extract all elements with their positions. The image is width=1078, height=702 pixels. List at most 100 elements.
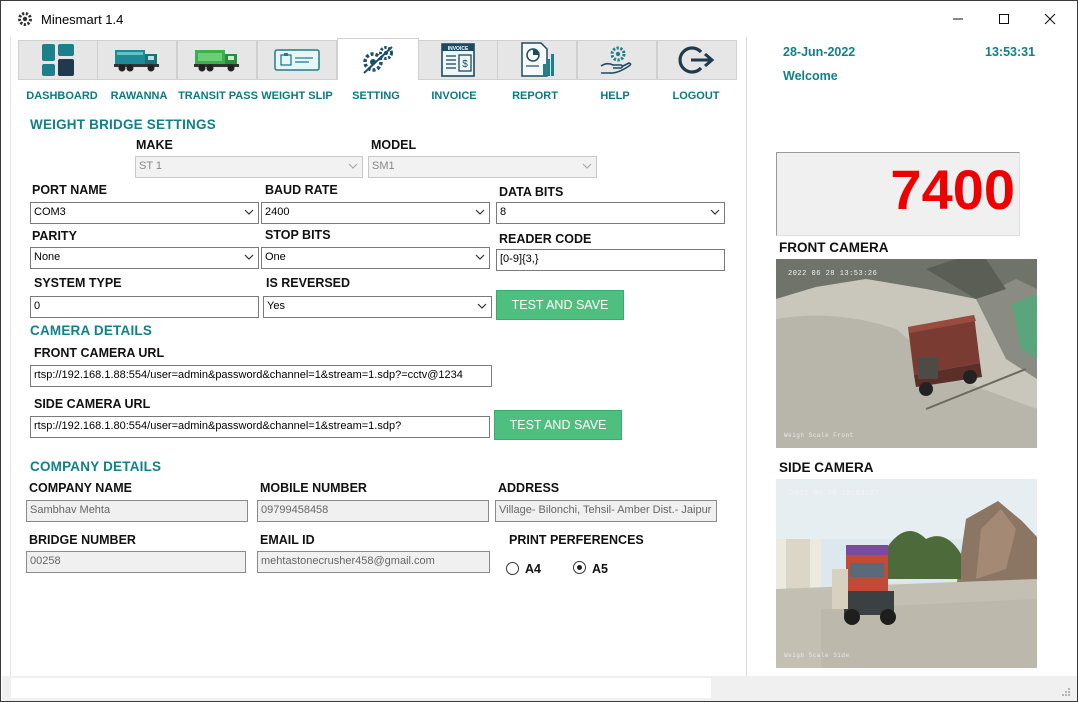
- app-gear-icon: [18, 12, 32, 26]
- tab-weight-slip[interactable]: [257, 40, 337, 80]
- port-name-select[interactable]: COM3: [30, 202, 259, 224]
- baud-rate-select[interactable]: 2400: [261, 202, 490, 224]
- minimize-button[interactable]: [935, 7, 981, 31]
- system-type-input[interactable]: 0: [30, 296, 259, 318]
- email-id-input[interactable]: mehtastonecrusher458@gmail.com: [257, 551, 490, 573]
- tab-label-rawanna[interactable]: RAWANNA: [94, 90, 184, 102]
- is-reversed-value: Yes: [267, 300, 285, 312]
- gears-icon: [363, 45, 393, 74]
- model-select[interactable]: SM1: [368, 156, 597, 178]
- logout-icon: [678, 46, 715, 74]
- stop-bits-value: One: [265, 251, 286, 263]
- tab-label-weight-slip[interactable]: WEIGHT SLIP: [252, 90, 342, 102]
- tab-invoice[interactable]: INVOICE $: [418, 40, 498, 80]
- chevron-down-icon: [348, 163, 358, 169]
- tab-label-setting[interactable]: SETTING: [331, 90, 421, 102]
- mobile-number-input[interactable]: 09799458458: [257, 500, 489, 522]
- make-select[interactable]: ST 1: [135, 156, 363, 178]
- make-value: ST 1: [139, 160, 163, 172]
- help-hand-gear-icon: [600, 46, 632, 74]
- port-name-label: PORT NAME: [32, 183, 107, 197]
- invoice-icon: INVOICE $: [441, 43, 475, 77]
- mobile-number-label: MOBILE NUMBER: [260, 481, 367, 495]
- window-title: Minesmart 1.4: [41, 12, 124, 27]
- maximize-icon: [999, 14, 1009, 24]
- dump-truck-icon: [114, 50, 159, 72]
- weight-bridge-test-save-button[interactable]: TEST AND SAVE: [496, 290, 624, 320]
- weight-bridge-section-title: WEIGHT BRIDGE SETTINGS: [30, 117, 216, 132]
- company-name-input[interactable]: Sambhav Mehta: [26, 500, 248, 522]
- print-preferences-label: PRINT PERFERENCES: [509, 533, 644, 547]
- tab-label-logout[interactable]: LOGOUT: [651, 90, 741, 102]
- close-button[interactable]: [1027, 7, 1073, 31]
- parity-select[interactable]: None: [30, 247, 259, 269]
- tab-label-help[interactable]: HELP: [570, 90, 660, 102]
- tab-report[interactable]: [497, 40, 577, 80]
- address-label: ADDRESS: [498, 481, 560, 495]
- tab-setting[interactable]: [337, 38, 419, 80]
- front-camera-caption: Weigh Scale Front: [784, 432, 854, 439]
- front-camera-url-input[interactable]: rtsp://192.168.1.88:554/user=admin&passw…: [30, 365, 492, 387]
- weight-slip-icon: [274, 49, 320, 71]
- side-camera-view: 2022 06 28 13:53:27 Weigh Scale Side: [776, 479, 1037, 668]
- side-camera-label: SIDE CAMERA: [779, 460, 874, 475]
- parity-label: PARITY: [32, 229, 77, 243]
- dashboard-grid-icon: [42, 44, 74, 76]
- transit-truck-icon: [194, 50, 239, 72]
- tab-transit-pass[interactable]: [177, 40, 257, 80]
- svg-text:INVOICE: INVOICE: [448, 46, 469, 52]
- tab-logout[interactable]: [657, 40, 737, 80]
- is-reversed-select[interactable]: Yes: [263, 296, 492, 318]
- side-camera-url-input[interactable]: rtsp://192.168.1.80:554/user=admin&passw…: [30, 416, 490, 438]
- is-reversed-label: IS REVERSED: [266, 276, 351, 290]
- tab-rawanna[interactable]: [97, 40, 177, 80]
- current-time: 13:53:31: [985, 45, 1036, 59]
- tab-dashboard[interactable]: [18, 40, 98, 80]
- chevron-down-icon: [710, 209, 720, 215]
- camera-test-save-button[interactable]: TEST AND SAVE: [494, 410, 622, 440]
- title-bar: Minesmart 1.4: [1, 1, 1077, 35]
- reader-code-label: READER CODE: [499, 232, 592, 246]
- tab-help[interactable]: [577, 40, 657, 80]
- chevron-down-icon: [475, 209, 485, 215]
- tab-label-invoice[interactable]: INVOICE: [409, 90, 499, 102]
- port-name-value: COM3: [34, 206, 66, 218]
- front-camera-timestamp: 2022 06 28 13:53:26: [788, 270, 877, 278]
- data-bits-label: DATA BITS: [499, 185, 564, 199]
- minimize-icon: [953, 18, 963, 20]
- front-camera-view: 2022 06 28 13:53:26 Weigh Scale Front: [776, 259, 1037, 448]
- radio-a5-label[interactable]: A5: [592, 562, 608, 576]
- weight-value: 7400: [890, 158, 1015, 221]
- tab-label-report[interactable]: REPORT: [490, 90, 580, 102]
- camera-section-title: CAMERA DETAILS: [30, 323, 153, 338]
- side-camera-caption: Weigh Scale Side: [784, 652, 850, 659]
- chevron-down-icon: [244, 209, 254, 215]
- company-name-label: COMPANY NAME: [29, 481, 133, 495]
- bridge-number-label: BRIDGE NUMBER: [29, 533, 136, 547]
- radio-a4-label[interactable]: A4: [525, 562, 541, 576]
- make-label: MAKE: [136, 138, 173, 152]
- reader-code-input[interactable]: [0-9]{3,}: [496, 249, 725, 271]
- status-segment: [11, 678, 711, 698]
- data-bits-select[interactable]: 8: [496, 202, 725, 224]
- front-camera-url-label: FRONT CAMERA URL: [34, 346, 165, 360]
- system-type-label: SYSTEM TYPE: [34, 276, 122, 290]
- radio-a4[interactable]: [506, 562, 519, 575]
- report-icon: [521, 42, 554, 77]
- email-id-label: EMAIL ID: [260, 533, 315, 547]
- baud-rate-value: 2400: [265, 206, 290, 218]
- address-input[interactable]: Village- Bilonchi, Tehsil- Amber Dist.- …: [495, 500, 717, 522]
- chevron-down-icon: [244, 254, 254, 260]
- front-camera-label: FRONT CAMERA: [779, 240, 889, 255]
- stop-bits-select[interactable]: One: [261, 247, 490, 269]
- weight-display: 7400: [776, 152, 1020, 236]
- radio-a5[interactable]: [573, 561, 586, 574]
- maximize-button[interactable]: [981, 7, 1027, 31]
- data-bits-value: 8: [500, 206, 507, 218]
- side-camera-timestamp: 2022 06 28 13:53:27: [790, 490, 879, 498]
- tab-label-transit-pass[interactable]: TRANSIT PASS: [173, 90, 263, 102]
- resize-grip-icon[interactable]: [1061, 687, 1071, 697]
- bridge-number-input[interactable]: 00258: [26, 551, 246, 573]
- main-toolbar: INVOICE $: [18, 38, 737, 80]
- chevron-down-icon: [582, 163, 592, 169]
